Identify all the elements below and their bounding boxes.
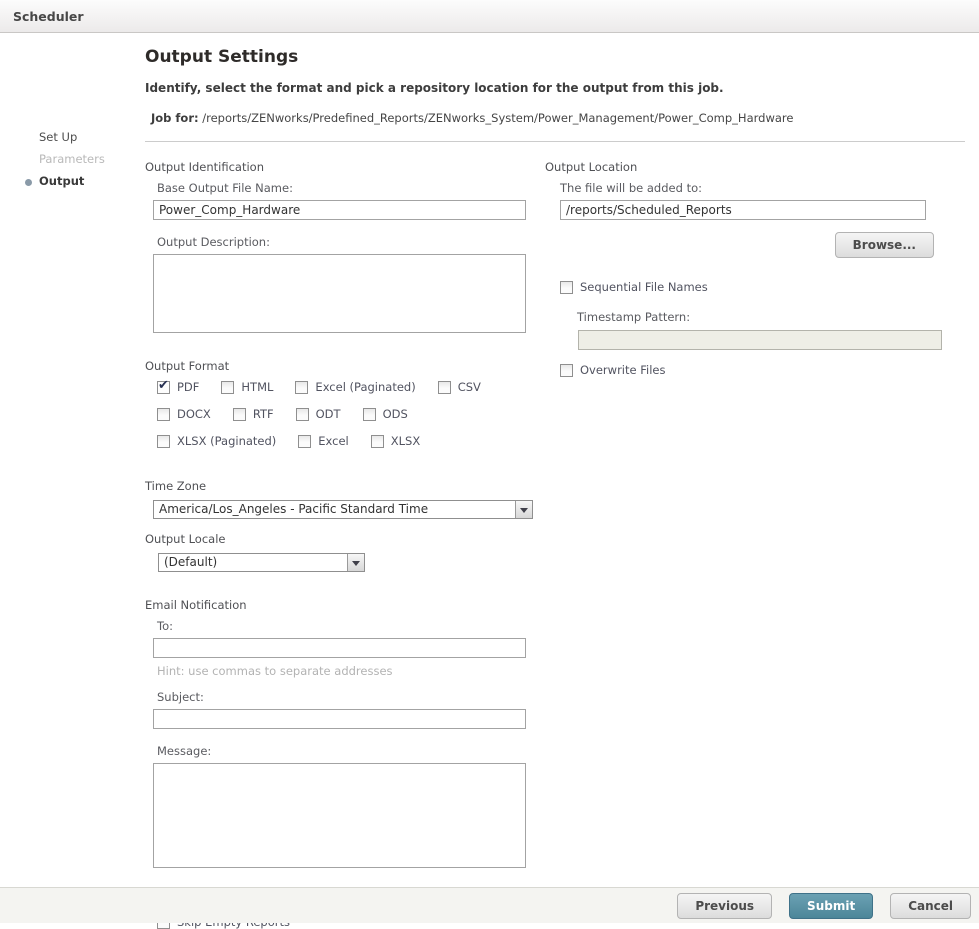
checkbox-label: Excel (Paginated) bbox=[315, 380, 416, 394]
format-excel: ✔ Excel bbox=[298, 434, 349, 448]
overwrite-files-checkbox[interactable]: ✔ bbox=[560, 363, 573, 377]
previous-button[interactable]: Previous bbox=[677, 892, 773, 919]
dropdown-button[interactable] bbox=[347, 554, 364, 571]
output-description-textarea[interactable] bbox=[153, 254, 526, 333]
email-message-label: Message: bbox=[157, 744, 212, 758]
format-csv: ✔ CSV bbox=[437, 380, 481, 394]
email-notification-header: Email Notification bbox=[145, 598, 247, 612]
base-name-input[interactable] bbox=[153, 200, 526, 220]
format-excel-paginated: ✔ Excel (Paginated) bbox=[295, 380, 416, 394]
time-zone-select[interactable]: America/Los_Angeles - Pacific Standard T… bbox=[153, 500, 533, 519]
wizard-steps: Set Up Parameters Output bbox=[25, 126, 137, 192]
output-identification-header: Output Identification bbox=[145, 160, 265, 174]
format-row-2: ✔ DOCX ✔ RTF ✔ ODT ✔ ODS bbox=[157, 407, 531, 421]
job-for-label: Job for: bbox=[151, 111, 199, 125]
email-subject-input[interactable] bbox=[153, 709, 526, 729]
timestamp-pattern-label: Timestamp Pattern: bbox=[577, 310, 691, 324]
window-title-bar: Scheduler bbox=[0, 0, 979, 33]
divider bbox=[145, 141, 965, 142]
time-zone-value: America/Los_Angeles - Pacific Standard T… bbox=[159, 502, 429, 516]
step-output[interactable]: Output bbox=[25, 170, 137, 192]
app-title: Scheduler bbox=[13, 8, 84, 24]
chevron-down-icon bbox=[520, 507, 528, 517]
check-icon: ✔ bbox=[158, 377, 169, 393]
step-label: Parameters bbox=[39, 152, 105, 166]
checkbox-label: Overwrite Files bbox=[580, 363, 666, 377]
rtf-checkbox[interactable]: ✔ bbox=[232, 407, 246, 421]
checkbox-label: HTML bbox=[241, 380, 274, 394]
overwrite-files-row: ✔ Overwrite Files bbox=[560, 363, 965, 377]
location-path-label: The file will be added to: bbox=[560, 181, 702, 195]
checkbox-label: XLSX (Paginated) bbox=[177, 434, 277, 448]
page-title: Output Settings bbox=[145, 47, 299, 67]
sequential-file-names-row: ✔ Sequential File Names bbox=[560, 280, 965, 294]
format-docx: ✔ DOCX bbox=[157, 407, 211, 421]
chevron-down-icon bbox=[352, 560, 360, 570]
checkbox-label: CSV bbox=[457, 380, 481, 394]
checkbox-label: ODT bbox=[315, 407, 341, 421]
cancel-button[interactable]: Cancel bbox=[890, 892, 971, 919]
format-odt: ✔ ODT bbox=[295, 407, 341, 421]
step-label: Output bbox=[39, 174, 85, 188]
main-content: Output Settings Identify, select the for… bbox=[145, 47, 965, 929]
email-to-label: To: bbox=[157, 619, 173, 633]
time-zone-header: Time Zone bbox=[145, 479, 207, 493]
format-ods: ✔ ODS bbox=[362, 407, 408, 421]
checkbox-label: DOCX bbox=[177, 407, 211, 421]
format-pdf: ✔ PDF bbox=[157, 377, 200, 394]
email-to-hint: Hint: use commas to separate addresses bbox=[157, 664, 393, 678]
format-row-3: ✔ XLSX (Paginated) ✔ Excel ✔ XLSX bbox=[157, 434, 531, 448]
xlsx-paginated-checkbox[interactable]: ✔ bbox=[157, 434, 170, 448]
dropdown-button[interactable] bbox=[515, 501, 532, 518]
ods-checkbox[interactable]: ✔ bbox=[362, 407, 376, 421]
checkbox-label: Excel bbox=[318, 434, 349, 448]
timestamp-pattern-input bbox=[578, 330, 942, 350]
submit-button[interactable]: Submit bbox=[789, 892, 874, 919]
format-html: ✔ HTML bbox=[221, 380, 273, 394]
step-label: Set Up bbox=[39, 130, 78, 144]
output-format-header: Output Format bbox=[145, 359, 230, 373]
job-for-path: /reports/ZENworks/Predefined_Reports/ZEN… bbox=[202, 111, 794, 125]
format-rtf: ✔ RTF bbox=[232, 407, 274, 421]
step-parameters: Parameters bbox=[27, 148, 137, 170]
email-message-textarea[interactable] bbox=[153, 763, 526, 868]
docx-checkbox[interactable]: ✔ bbox=[157, 407, 170, 421]
email-to-input[interactable] bbox=[153, 638, 526, 658]
footer-action-bar: Previous Submit Cancel bbox=[0, 887, 979, 923]
page-subtitle: Identify, select the format and pick a r… bbox=[145, 81, 724, 95]
output-location-header: Output Location bbox=[545, 160, 638, 174]
checkbox-label: RTF bbox=[252, 407, 274, 421]
checkbox-label: Sequential File Names bbox=[580, 280, 708, 294]
html-checkbox[interactable]: ✔ bbox=[221, 380, 235, 394]
excel-checkbox[interactable]: ✔ bbox=[298, 434, 312, 448]
sequential-file-names-checkbox[interactable]: ✔ bbox=[560, 280, 573, 294]
location-path-input[interactable] bbox=[560, 200, 926, 220]
output-locale-header: Output Locale bbox=[145, 532, 226, 546]
xlsx-checkbox[interactable]: ✔ bbox=[370, 434, 384, 448]
odt-checkbox[interactable]: ✔ bbox=[295, 407, 309, 421]
output-description-label: Output Description: bbox=[157, 235, 270, 249]
checkbox-label: ODS bbox=[382, 407, 408, 421]
step-set-up[interactable]: Set Up bbox=[27, 126, 137, 148]
format-xlsx: ✔ XLSX bbox=[370, 434, 421, 448]
browse-button[interactable]: Browse... bbox=[834, 232, 934, 258]
format-row-1: ✔ PDF ✔ HTML ✔ Excel (Paginated) ✔ CSV bbox=[157, 377, 531, 394]
email-subject-label: Subject: bbox=[157, 690, 204, 704]
output-locale-select[interactable]: (Default) bbox=[158, 553, 365, 572]
base-name-label: Base Output File Name: bbox=[157, 181, 293, 195]
checkbox-label: PDF bbox=[177, 380, 200, 394]
format-xlsx-paginated: ✔ XLSX (Paginated) bbox=[157, 434, 276, 448]
csv-checkbox[interactable]: ✔ bbox=[437, 380, 451, 394]
output-locale-value: (Default) bbox=[164, 555, 218, 569]
checkbox-label: XLSX bbox=[390, 434, 421, 448]
job-for-row: Job for: /reports/ZENworks/Predefined_Re… bbox=[145, 111, 965, 125]
excel-paginated-checkbox[interactable]: ✔ bbox=[295, 380, 309, 394]
pdf-checkbox[interactable]: ✔ bbox=[157, 377, 170, 394]
active-step-bullet-icon bbox=[25, 179, 32, 186]
